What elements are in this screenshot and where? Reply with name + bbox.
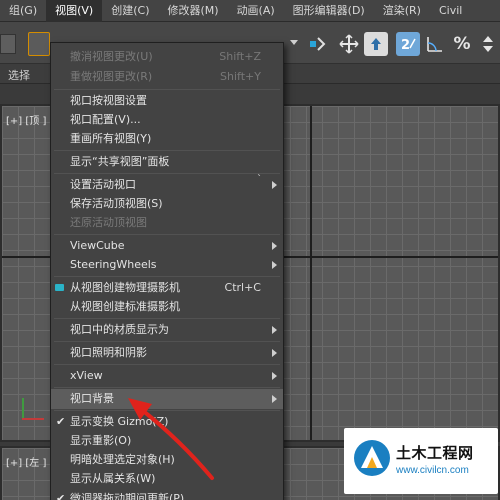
menu-item-shared-views-panel[interactable]: 显示“共享视图”面板: [51, 152, 283, 172]
menu-item-label: 重画所有视图(Y): [70, 132, 152, 145]
menu-separator: [54, 89, 280, 90]
menu-item-xview[interactable]: xView: [51, 366, 283, 386]
snap-2d-icon[interactable]: 2: [396, 32, 420, 56]
menu-item-label: xView: [70, 369, 103, 382]
menu-animation[interactable]: 动画(A): [228, 0, 284, 22]
menu-item-redo-view-change[interactable]: 重做视图更改(R) Shift+Y: [51, 67, 283, 87]
menu-separator: [54, 276, 280, 277]
menu-item-label: 保存活动顶视图(S): [70, 197, 163, 210]
watermark-url: www.civilcn.com: [396, 465, 469, 476]
submenu-arrow-icon: [272, 326, 277, 334]
menu-separator: [54, 387, 280, 388]
angle-snap-icon[interactable]: [423, 32, 447, 56]
menu-separator: [54, 341, 280, 342]
viewport-left-label[interactable]: [+] [左 ] [: [6, 454, 53, 469]
menu-item-label: 视口配置(V)...: [70, 113, 141, 126]
menu-item-shortcut: Shift+Z: [219, 50, 261, 63]
menu-item-label: SteeringWheels: [70, 258, 157, 271]
civilcn-watermark: 土木工程网 www.civilcn.com: [344, 428, 498, 494]
menu-group[interactable]: 组(G): [0, 0, 46, 22]
menu-item-restore-active-top-view[interactable]: 还原活动顶视图: [51, 213, 283, 233]
menu-item-material-display[interactable]: 视口中的材质显示为: [51, 320, 283, 340]
menu-item-label: ViewCube: [70, 239, 125, 252]
menu-item-undo-view-change[interactable]: 撤消视图更改(U) Shift+Z: [51, 47, 283, 67]
menubar: 组(G) 视图(V) 创建(C) 修改器(M) 动画(A) 图形编辑器(D) 渲…: [0, 0, 500, 22]
ribbon-tab-selection[interactable]: 选择: [8, 67, 30, 83]
menu-rendering[interactable]: 渲染(R): [374, 0, 430, 22]
menu-create[interactable]: 创建(C): [102, 0, 158, 22]
menu-graph-editors[interactable]: 图形编辑器(D): [284, 0, 374, 22]
checkmark-icon: ✔: [56, 492, 66, 500]
submenu-arrow-icon: [272, 242, 277, 250]
viewport-top-label[interactable]: [+] [顶 ] [: [6, 112, 53, 127]
submenu-arrow-icon: [272, 261, 277, 269]
menu-item-update-during-spinner-drag[interactable]: ✔ 微调器拖动期间更新(P): [51, 489, 283, 500]
axis-tripod-x: [22, 418, 44, 420]
menu-item-show-transform-gizmo[interactable]: ✔ 显示变换 Gizmo(Z): [51, 412, 283, 432]
menu-separator: [54, 318, 280, 319]
submenu-arrow-icon: [272, 181, 277, 189]
checkmark-icon: ✔: [56, 415, 66, 428]
select-cursor-icon[interactable]: [28, 32, 50, 56]
menu-item-shortcut: Shift+Y: [220, 70, 261, 83]
menu-item-label: 显示重影(O): [70, 434, 132, 447]
snap-toggle-icon[interactable]: [305, 32, 329, 56]
menu-civil[interactable]: Civil: [430, 0, 471, 22]
menu-item-viewcube[interactable]: ViewCube: [51, 236, 283, 256]
menu-item-label: 还原活动顶视图: [70, 216, 147, 229]
menu-item-label: 从视图创建标准摄影机: [70, 300, 180, 313]
menu-separator: [54, 150, 280, 151]
move-icon[interactable]: [337, 32, 361, 56]
menu-item-redraw-all-views[interactable]: 重画所有视图(Y): [51, 129, 283, 149]
menu-item-show-dependencies[interactable]: 显示从属关系(W): [51, 469, 283, 489]
menu-item-create-standard-camera[interactable]: 从视图创建标准摄影机: [51, 297, 283, 317]
keyframe-icon[interactable]: [364, 32, 388, 56]
watermark-title: 土木工程网: [396, 444, 474, 462]
menu-item-label: 显示变换 Gizmo(Z): [70, 415, 169, 428]
menu-item-save-active-top-view[interactable]: 保存活动顶视图(S): [51, 194, 283, 214]
chevron-down-icon[interactable]: [290, 40, 298, 45]
menu-item-shade-selected[interactable]: 明暗处理选定对象(H): [51, 450, 283, 470]
percent-snap-icon[interactable]: %: [450, 32, 474, 56]
svg-text:2: 2: [401, 38, 410, 53]
menu-item-lighting-and-shadows[interactable]: 视口照明和阴影: [51, 343, 283, 363]
menu-item-label: 视口中的材质显示为: [70, 323, 169, 336]
menu-item-label: 视口背景: [70, 392, 114, 405]
camera-icon: [55, 284, 64, 291]
menu-item-steeringwheels[interactable]: SteeringWheels: [51, 255, 283, 275]
axis-tripod-y: [22, 398, 24, 420]
menu-separator: [54, 410, 280, 411]
menu-item-label: 显示从属关系(W): [70, 472, 156, 485]
menu-item-label: 微调器拖动期间更新(P): [70, 492, 185, 500]
menu-item-shortcut: Ctrl+C: [224, 281, 261, 294]
submenu-arrow-icon: [272, 372, 277, 380]
view-dropdown-menu: 撤消视图更改(U) Shift+Z 重做视图更改(R) Shift+Y 视口按视…: [50, 42, 284, 500]
menu-item-viewport-config[interactable]: 视口配置(V)...: [51, 110, 283, 130]
menu-item-label: 显示“共享视图”面板: [70, 155, 170, 168]
spinner-snap-icon[interactable]: [476, 32, 500, 56]
menu-item-label: 重做视图更改(R): [70, 70, 153, 83]
menu-item-label: 撤消视图更改(U): [70, 50, 153, 63]
grid-axis-vertical: [310, 106, 312, 440]
menu-item-label: 明暗处理选定对象(H): [70, 453, 175, 466]
selection-filter-dropdown[interactable]: [0, 34, 16, 54]
menu-item-show-ghosting[interactable]: 显示重影(O): [51, 431, 283, 451]
civilcn-logo: [354, 440, 390, 476]
menu-view[interactable]: 视图(V): [46, 0, 103, 22]
menu-item-label: 视口照明和阴影: [70, 346, 147, 359]
menu-item-label: 设置活动视口: [70, 178, 136, 191]
menu-separator: [54, 173, 280, 174]
menu-item-set-active-viewport[interactable]: 设置活动视口: [51, 175, 283, 195]
menu-item-create-physical-camera[interactable]: 从视图创建物理摄影机 Ctrl+C: [51, 278, 283, 298]
menu-item-label: 视口按视图设置: [70, 94, 147, 107]
submenu-arrow-icon: [272, 349, 277, 357]
menu-modifiers[interactable]: 修改器(M): [158, 0, 227, 22]
menu-separator: [54, 364, 280, 365]
menu-item-viewport-per-view[interactable]: 视口按视图设置: [51, 91, 283, 111]
submenu-arrow-icon: [272, 395, 277, 403]
menu-item-label: 从视图创建物理摄影机: [70, 281, 180, 294]
menu-separator: [54, 234, 280, 235]
menu-item-viewport-background[interactable]: 视口背景: [51, 389, 283, 409]
